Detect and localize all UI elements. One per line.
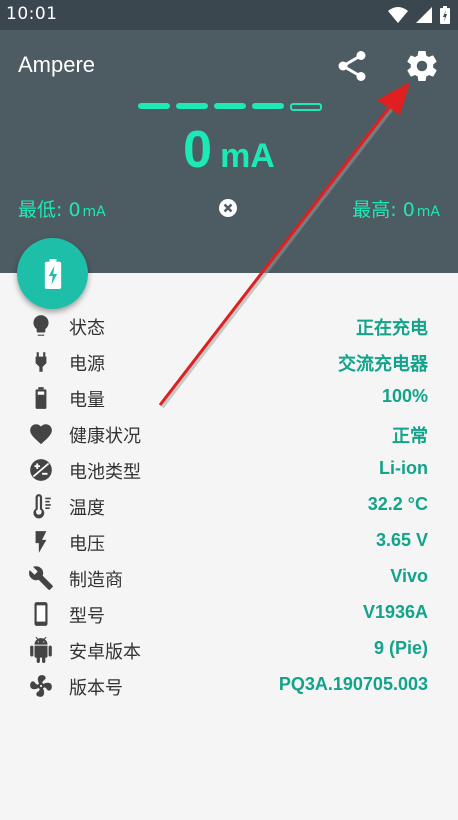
close-circle-icon — [219, 199, 237, 217]
gear-icon — [407, 51, 437, 82]
row-label: 电量 — [69, 390, 105, 411]
row-value: V1936A — [362, 602, 428, 622]
row-label: 电源 — [69, 354, 105, 375]
list-item: 状态 正在充电 — [0, 308, 458, 344]
row-label: 状态 — [69, 318, 105, 339]
current-readout: 0 mA — [0, 120, 458, 180]
row-label: 温度 — [69, 498, 105, 519]
row-label: 版本号 — [69, 678, 123, 699]
current-unit: mA — [220, 137, 275, 175]
row-value: 交流充电器 — [338, 354, 428, 375]
row-value: 32.2 °C — [367, 494, 428, 514]
exposure-icon — [30, 459, 52, 481]
row-value: 9 (Pie) — [373, 638, 428, 658]
battery-charging-icon — [44, 258, 61, 289]
flash-icon — [35, 531, 47, 553]
plug-icon — [35, 352, 47, 372]
app-title: Ampere — [18, 52, 96, 77]
level-indicator — [138, 103, 322, 111]
battery-status-icon — [440, 6, 450, 24]
list-item: 电量 100% — [0, 380, 458, 416]
list-item: 电池类型 Li-ion — [0, 452, 458, 488]
share-button[interactable] — [334, 48, 370, 84]
row-label: 制造商 — [69, 570, 123, 591]
current-value: 0 — [183, 121, 213, 179]
list-item: 健康状况 正常 — [0, 416, 458, 452]
min-unit: mA — [82, 204, 106, 220]
max-unit: mA — [416, 204, 440, 220]
phone-icon — [34, 602, 48, 626]
list-item: 安卓版本 9 (Pie) — [0, 632, 458, 668]
list-item: 温度 32.2 °C — [0, 488, 458, 524]
settings-button[interactable] — [404, 48, 440, 84]
list-item: 型号 V1936A — [0, 596, 458, 632]
row-value: 正在充电 — [356, 318, 428, 339]
row-value: 100% — [381, 386, 428, 406]
share-icon — [338, 51, 366, 81]
status-bar: 10:01 — [0, 0, 458, 30]
list-item: 电压 3.65 V — [0, 524, 458, 560]
row-label: 健康状况 — [69, 426, 141, 447]
reset-button[interactable] — [218, 198, 238, 218]
lightbulb-icon — [33, 315, 49, 336]
row-value: 正常 — [392, 426, 428, 447]
min-readout: 最低: 0 mA — [18, 195, 106, 222]
row-label: 电池类型 — [69, 462, 141, 483]
header-panel: Ampere 0 mA 最低: 0 mA 最高: 0 mA — [0, 30, 458, 273]
list-item: 版本号 PQ3A.190705.003 — [0, 668, 458, 704]
max-label: 最高: — [352, 199, 397, 221]
cell-signal-icon — [416, 7, 432, 23]
wrench-icon — [29, 566, 53, 590]
max-value: 0 — [402, 199, 415, 221]
list-item: 电源 交流充电器 — [0, 344, 458, 380]
min-value: 0 — [68, 199, 81, 221]
level-segment — [214, 103, 246, 109]
min-label: 最低: — [18, 199, 63, 221]
level-segment — [138, 103, 170, 109]
row-label: 电压 — [69, 534, 105, 555]
level-segment — [290, 103, 322, 111]
level-segment — [252, 103, 284, 109]
row-value: 3.65 V — [375, 530, 428, 550]
battery-icon — [35, 387, 47, 409]
wifi-icon — [388, 7, 408, 23]
android-icon — [30, 637, 52, 663]
battery-fab[interactable] — [17, 238, 88, 309]
level-segment — [176, 103, 208, 109]
list-item: 制造商 Vivo — [0, 560, 458, 596]
row-value: Li-ion — [379, 458, 428, 478]
row-label: 安卓版本 — [69, 642, 141, 663]
status-icons — [388, 5, 450, 25]
heart-icon — [30, 424, 52, 445]
status-time: 10:01 — [6, 4, 58, 24]
max-readout: 最高: 0 mA — [352, 195, 440, 222]
row-value: Vivo — [390, 566, 428, 586]
fan-icon — [30, 675, 52, 697]
thermometer-icon — [33, 494, 51, 519]
row-value: PQ3A.190705.003 — [278, 674, 428, 694]
battery-info-list: 状态 正在充电 电源 交流充电器 电量 100% 健康状况 正常 电池类型 Li… — [0, 308, 458, 704]
row-label: 型号 — [69, 606, 105, 627]
